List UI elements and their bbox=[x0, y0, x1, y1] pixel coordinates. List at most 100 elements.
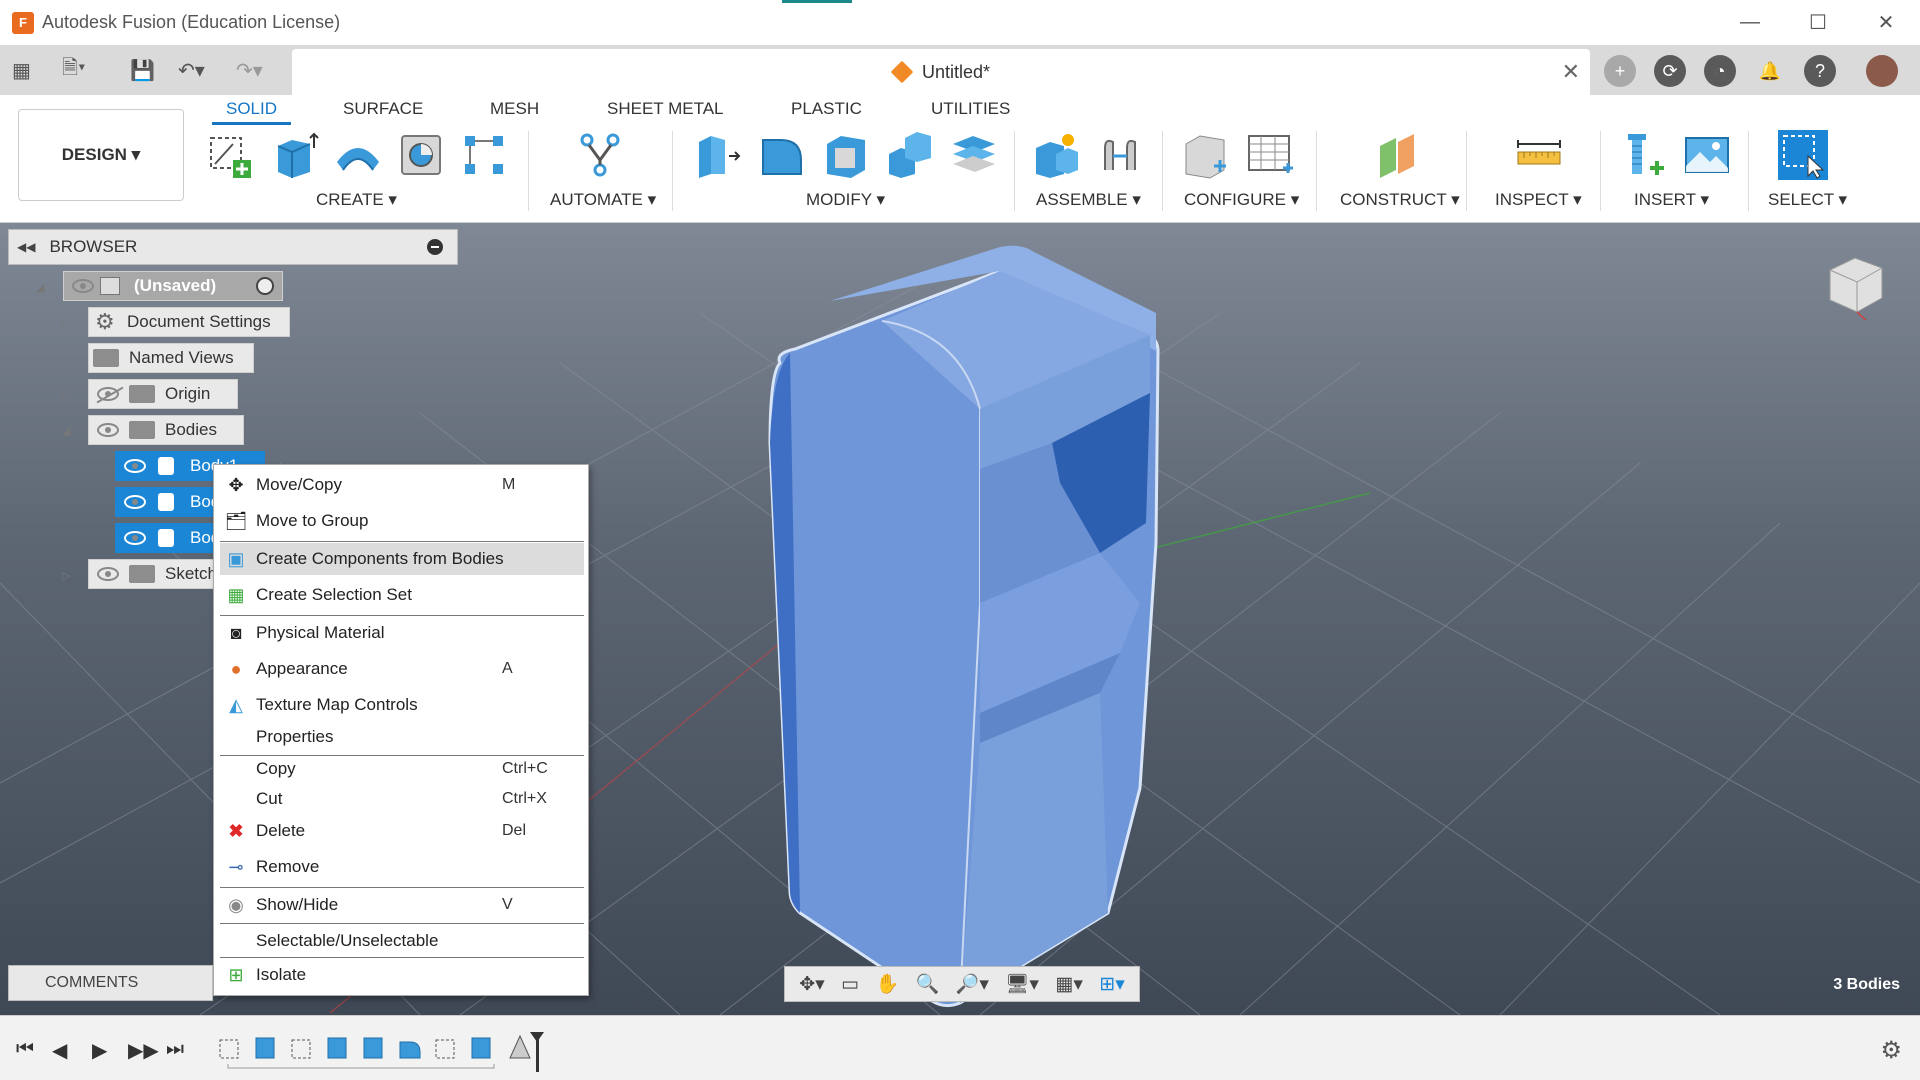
visibility-eye-icon[interactable] bbox=[97, 567, 119, 581]
extrude-icon[interactable] bbox=[270, 130, 320, 180]
activate-radio-icon[interactable] bbox=[256, 277, 274, 295]
notifications-icon[interactable]: 🔔 bbox=[1754, 55, 1786, 87]
measure-icon[interactable] bbox=[1514, 130, 1564, 180]
new-component-icon[interactable] bbox=[1030, 130, 1080, 180]
tab-plastic[interactable]: PLASTIC bbox=[791, 99, 862, 119]
timeline-previous-icon[interactable]: ◀ bbox=[52, 1038, 67, 1063]
collapse-root-icon[interactable]: ◢ bbox=[36, 281, 44, 294]
document-tab[interactable]: Untitled* ✕ bbox=[292, 49, 1590, 95]
save-icon[interactable]: 💾 bbox=[130, 57, 155, 83]
visibility-eye-icon[interactable] bbox=[72, 279, 94, 293]
expand-origin-icon[interactable]: ▷ bbox=[62, 388, 70, 401]
menu-item-appearance[interactable]: ● Appearance A bbox=[220, 653, 584, 685]
revolve-icon[interactable] bbox=[333, 130, 383, 180]
construct-menu[interactable]: CONSTRUCT ▾ bbox=[1340, 190, 1460, 210]
replace-face-icon[interactable] bbox=[949, 130, 999, 180]
hole-icon[interactable] bbox=[396, 130, 446, 180]
configuration-table-icon[interactable] bbox=[1245, 130, 1295, 180]
inspect-menu[interactable]: INSPECT ▾ bbox=[1495, 190, 1582, 210]
select-icon[interactable] bbox=[1778, 130, 1828, 180]
hidden-eye-icon[interactable] bbox=[97, 387, 119, 401]
view-cube[interactable] bbox=[1820, 250, 1890, 320]
browser-panel-header[interactable]: ◀◀ BROWSER bbox=[8, 229, 458, 265]
press-pull-icon[interactable] bbox=[693, 130, 743, 180]
visibility-eye-icon[interactable] bbox=[97, 423, 119, 437]
expand-sketches-icon[interactable]: ▷ bbox=[62, 569, 70, 582]
browser-item-document-settings[interactable]: ⚙ Document Settings bbox=[88, 307, 290, 337]
create-menu[interactable]: CREATE ▾ bbox=[316, 190, 397, 210]
menu-item-physical-material[interactable]: ◙ Physical Material bbox=[220, 617, 584, 649]
menu-item-move-copy[interactable]: ✥ Move/Copy M bbox=[220, 469, 584, 501]
menu-item-remove[interactable]: ⊸ Remove bbox=[220, 851, 584, 883]
look-at-icon[interactable]: ▭ bbox=[841, 973, 859, 996]
browser-item-origin[interactable]: Origin bbox=[88, 379, 238, 409]
close-window-button[interactable]: ✕ bbox=[1852, 0, 1920, 45]
redo-icon[interactable]: ↷▾ bbox=[236, 57, 263, 83]
menu-item-create-components-from-bodies[interactable]: ▣ Create Components from Bodies bbox=[220, 543, 584, 575]
tab-sheet-metal[interactable]: SHEET METAL bbox=[607, 99, 724, 119]
menu-item-copy[interactable]: Copy Ctrl+C bbox=[220, 753, 584, 785]
expand-named-views-icon[interactable]: ▷ bbox=[62, 352, 70, 365]
display-settings-icon[interactable]: 🖥▾ bbox=[1005, 972, 1039, 996]
insert-image-icon[interactable] bbox=[1682, 130, 1732, 180]
insert-mcmaster-icon[interactable] bbox=[1618, 130, 1668, 180]
help-icon[interactable]: ? bbox=[1804, 55, 1836, 87]
maximize-button[interactable]: ☐ bbox=[1784, 0, 1852, 45]
timeline-settings-gear-icon[interactable]: ⚙ bbox=[1880, 1036, 1902, 1065]
menu-item-isolate[interactable]: ⊞ Isolate bbox=[220, 959, 584, 991]
combine-icon[interactable] bbox=[885, 130, 935, 180]
orbit-icon[interactable]: ✥▾ bbox=[799, 973, 824, 996]
joint-icon[interactable] bbox=[1095, 130, 1145, 180]
automate-icon[interactable] bbox=[575, 130, 625, 180]
shell-icon[interactable] bbox=[821, 130, 871, 180]
collapse-bodies-icon[interactable]: ◢ bbox=[62, 424, 70, 437]
timeline-end-icon[interactable]: ⏭ bbox=[166, 1038, 184, 1061]
new-tab-icon[interactable]: + bbox=[1604, 55, 1636, 87]
visibility-eye-icon[interactable] bbox=[124, 495, 146, 509]
pan-icon[interactable]: ✋ bbox=[875, 972, 899, 996]
extensions-icon[interactable]: ⟳ bbox=[1654, 55, 1686, 87]
offset-plane-icon[interactable] bbox=[1372, 130, 1422, 180]
fillet-icon[interactable] bbox=[757, 130, 807, 180]
browser-item-bodies[interactable]: Bodies bbox=[88, 415, 244, 445]
tab-surface[interactable]: SURFACE bbox=[343, 99, 423, 119]
select-menu[interactable]: SELECT ▾ bbox=[1768, 190, 1847, 210]
fit-icon[interactable]: 🔎▾ bbox=[956, 972, 989, 996]
tab-mesh[interactable]: MESH bbox=[490, 99, 539, 119]
configure-menu[interactable]: CONFIGURE ▾ bbox=[1184, 190, 1299, 210]
timeline-next-icon[interactable]: ▶▶ bbox=[128, 1038, 159, 1063]
tab-solid[interactable]: SOLID bbox=[211, 99, 292, 125]
workspace-switcher-button[interactable]: DESIGN ▾ bbox=[18, 109, 184, 201]
user-avatar[interactable] bbox=[1866, 55, 1898, 87]
configure-icon[interactable] bbox=[1180, 130, 1230, 180]
file-menu-icon[interactable]: 🗎▾ bbox=[62, 57, 85, 83]
minimize-button[interactable]: — bbox=[1716, 0, 1784, 45]
menu-item-create-selection-set[interactable]: ▦ Create Selection Set bbox=[220, 579, 584, 611]
grid-settings-icon[interactable]: ▦▾ bbox=[1055, 973, 1083, 996]
timeline-start-icon[interactable]: ⏮ bbox=[16, 1038, 34, 1061]
modify-menu[interactable]: MODIFY ▾ bbox=[806, 190, 885, 210]
arcade-cabinet-model[interactable] bbox=[768, 245, 1160, 1008]
collapse-browser-icon[interactable]: ◀◀ bbox=[17, 240, 35, 254]
data-panel-grid-icon[interactable]: ▦ bbox=[12, 57, 31, 83]
automate-menu[interactable]: AUTOMATE ▾ bbox=[550, 190, 656, 210]
pattern-icon[interactable] bbox=[459, 130, 509, 180]
timeline-play-icon[interactable]: ▶ bbox=[92, 1038, 107, 1063]
menu-item-selectable-unselectable[interactable]: Selectable/Unselectable bbox=[220, 925, 584, 957]
minimize-browser-icon[interactable] bbox=[427, 239, 443, 255]
visibility-eye-icon[interactable] bbox=[124, 459, 146, 473]
menu-item-texture-map-controls[interactable]: ◭ Texture Map Controls bbox=[220, 689, 584, 721]
menu-item-properties[interactable]: Properties bbox=[220, 721, 584, 753]
menu-item-move-to-group[interactable]: 🗂 Move to Group bbox=[220, 505, 584, 537]
menu-item-show-hide[interactable]: ◉ Show/Hide V bbox=[220, 889, 584, 921]
assemble-menu[interactable]: ASSEMBLE ▾ bbox=[1036, 190, 1141, 210]
menu-item-delete[interactable]: ✖ Delete Del bbox=[220, 815, 584, 847]
menu-item-cut[interactable]: Cut Ctrl+X bbox=[220, 783, 584, 815]
browser-root-node[interactable]: (Unsaved) bbox=[63, 271, 283, 301]
close-tab-icon[interactable]: ✕ bbox=[1562, 59, 1580, 85]
visibility-eye-icon[interactable] bbox=[124, 531, 146, 545]
comments-panel[interactable]: COMMENTS bbox=[8, 965, 213, 1001]
insert-menu[interactable]: INSERT ▾ bbox=[1634, 190, 1709, 210]
timeline-features[interactable] bbox=[214, 1032, 544, 1072]
zoom-icon[interactable]: 🔍 bbox=[916, 972, 940, 996]
